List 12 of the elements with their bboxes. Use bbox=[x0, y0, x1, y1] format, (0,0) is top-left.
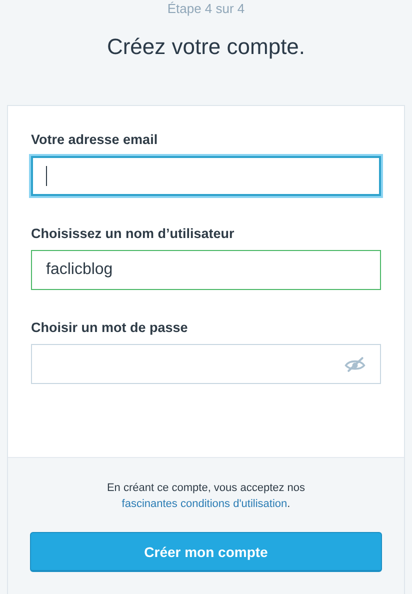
page-title: Créez votre compte. bbox=[106, 33, 306, 61]
terms-link[interactable]: fascinantes conditions d'utilisation bbox=[122, 498, 288, 510]
field-label: Choisissez un nom d’utilisateur bbox=[31, 226, 236, 242]
hidden-eye-icon[interactable] bbox=[344, 356, 366, 372]
input-field[interactable] bbox=[31, 344, 381, 384]
input-field[interactable]: faclicblog bbox=[31, 250, 381, 290]
input-field[interactable] bbox=[31, 156, 381, 196]
terms-text: En créant ce compte, vous acceptez nos fascinantes conditions d'utilisation. bbox=[106, 481, 306, 512]
step-indicator: Étape 4 sur 4 bbox=[167, 1, 245, 17]
field-label: Votre adresse email bbox=[31, 132, 159, 148]
field-label: Choisir un mot de passe bbox=[31, 320, 189, 336]
create-account-button[interactable]: Créer mon compte bbox=[30, 532, 382, 572]
